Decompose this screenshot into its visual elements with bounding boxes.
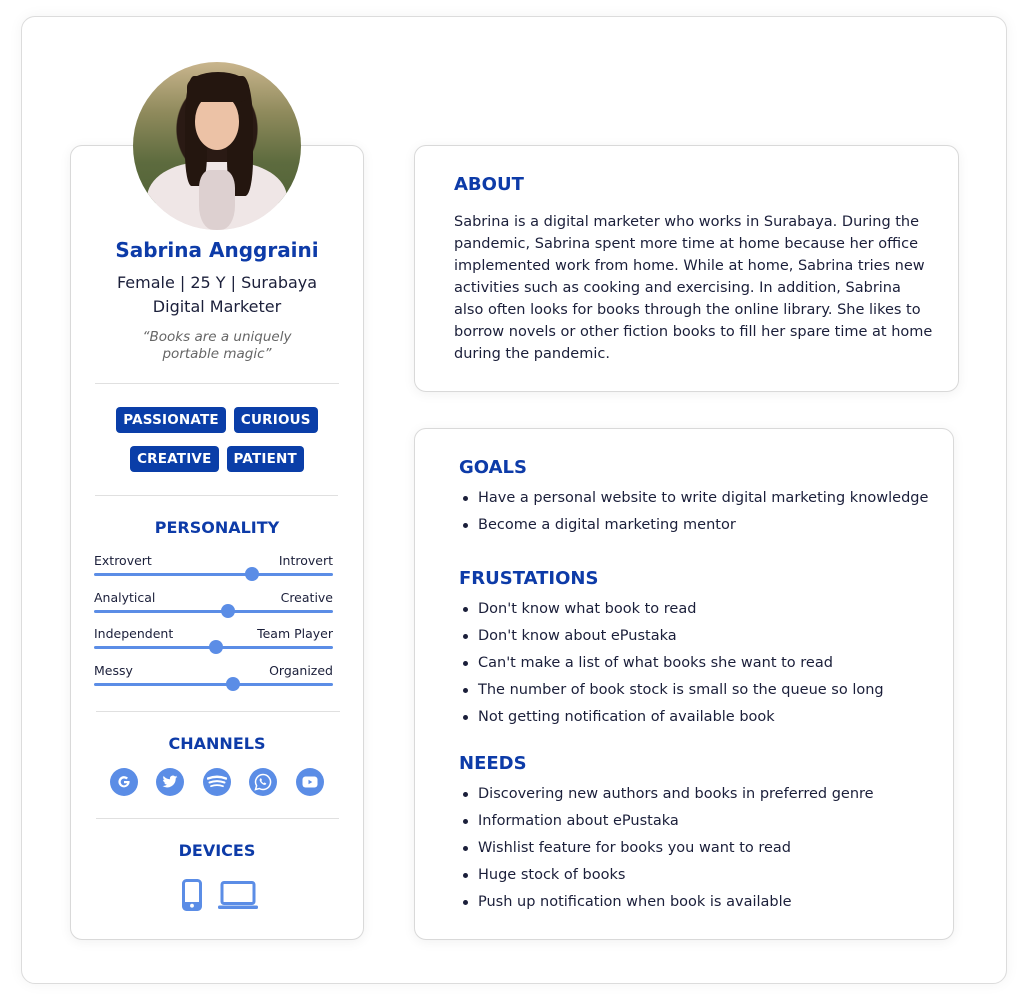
needs-title: NEEDS (459, 753, 527, 774)
slider-right-label: Team Player (257, 626, 333, 641)
spotify-icon (203, 768, 231, 796)
list-item: Information about ePustaka (459, 811, 939, 838)
whatsapp-icon (249, 768, 277, 796)
slider-left-label: Extrovert (94, 553, 152, 568)
personality-slider: Independent Team Player (94, 626, 333, 656)
smartphone-icon (182, 879, 202, 911)
about-title: ABOUT (454, 174, 524, 195)
persona-occupation: Digital Marketer (152, 297, 282, 316)
personality-title: PERSONALITY (154, 518, 280, 537)
trait-tags-row: PASSIONATE CURIOUS (70, 407, 364, 433)
frustrations-list: Don't know what book to read Don't know … (459, 599, 939, 734)
list-item: The number of book stock is small so the… (459, 680, 939, 707)
slider-left-label: Messy (94, 663, 133, 678)
personality-slider: Messy Organized (94, 663, 333, 693)
list-item: Push up notification when book is availa… (459, 892, 939, 919)
devices-title: DEVICES (178, 841, 256, 860)
list-item: Huge stock of books (459, 865, 939, 892)
goals-title: GOALS (459, 457, 527, 478)
needs-list: Discovering new authors and books in pre… (459, 784, 939, 919)
slider-track (94, 610, 333, 613)
personality-slider: Analytical Creative (94, 590, 333, 620)
youtube-icon (296, 768, 324, 796)
persona-demographics: Female | 25 Y | Surabaya (116, 273, 318, 292)
divider (95, 495, 338, 496)
trait-tag: CREATIVE (130, 446, 219, 472)
slider-knob (208, 640, 223, 654)
persona-name: Sabrina Anggraini (115, 238, 319, 262)
slider-right-label: Organized (269, 663, 333, 678)
list-item: Don't know what book to read (459, 599, 939, 626)
laptop-icon (218, 881, 258, 909)
trait-tag: PASSIONATE (116, 407, 226, 433)
slider-right-label: Introvert (278, 553, 333, 568)
slider-track (94, 683, 333, 686)
quote-line: portable magic” (162, 346, 272, 362)
list-item: Don't know about ePustaka (459, 626, 939, 653)
slider-knob (220, 604, 235, 618)
slider-right-label: Creative (280, 590, 333, 605)
avatar (133, 62, 301, 230)
persona-quote: “Books are a uniquely portable magic” (70, 329, 364, 363)
goals-list: Have a personal website to write digital… (459, 488, 939, 542)
trait-tags-row: CREATIVE PATIENT (70, 446, 364, 472)
about-text: Sabrina is a digital marketer who works … (454, 214, 933, 362)
trait-tag: PATIENT (226, 446, 304, 472)
channels-list (110, 768, 324, 798)
list-item: Discovering new authors and books in pre… (459, 784, 939, 811)
devices-list (182, 879, 262, 913)
trait-tag: CURIOUS (233, 407, 318, 433)
personality-slider: Extrovert Introvert (94, 553, 333, 583)
avatar-face (195, 94, 239, 150)
twitter-icon (156, 768, 184, 796)
slider-left-label: Analytical (94, 590, 156, 605)
list-item: Wishlist feature for books you want to r… (459, 838, 939, 865)
avatar-collar (199, 170, 235, 230)
slider-knob (225, 677, 240, 691)
slider-track (94, 573, 333, 576)
frustrations-title: FRUSTATIONS (459, 568, 599, 589)
list-item: Have a personal website to write digital… (459, 488, 939, 515)
list-item: Become a digital marketing mentor (459, 515, 939, 542)
divider (95, 383, 339, 384)
divider (96, 711, 340, 712)
quote-line: “Books are a uniquely (142, 329, 292, 345)
list-item: Not getting notification of available bo… (459, 707, 939, 734)
avatar-hair (187, 72, 249, 102)
google-icon (110, 768, 138, 796)
slider-left-label: Independent (94, 626, 174, 641)
profile-card (70, 145, 364, 940)
list-item: Can't make a list of what books she want… (459, 653, 939, 680)
channels-title: CHANNELS (168, 734, 266, 753)
divider (96, 818, 339, 819)
slider-knob (244, 567, 259, 581)
